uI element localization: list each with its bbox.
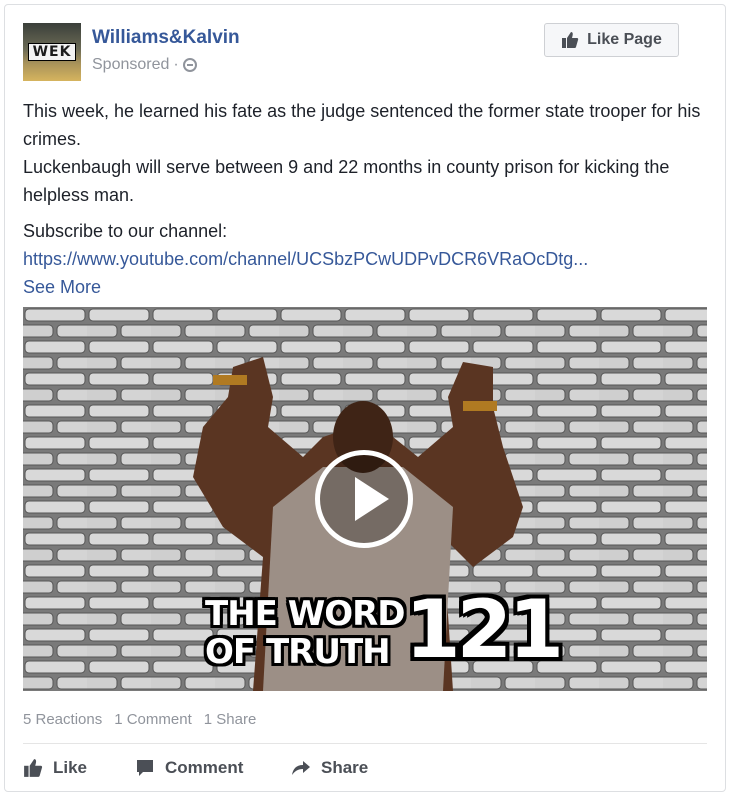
like-label: Like <box>53 758 88 777</box>
share-label: Share <box>321 758 369 777</box>
comments-count[interactable]: 1 Comment <box>114 711 192 728</box>
thumbs-up-icon <box>23 758 43 778</box>
avatar-logo: WEK <box>28 43 76 61</box>
comment-icon <box>135 758 155 778</box>
shares-count[interactable]: 1 Share <box>204 711 257 728</box>
page-avatar[interactable]: WEK <box>23 23 81 81</box>
subscribe-text: Subscribe to our channel: <box>23 221 228 241</box>
engagement-counts: 5 Reactions 1 Comment 1 Share <box>23 711 256 728</box>
overlay-title-line: THE WORD <box>205 594 406 634</box>
share-arrow-icon <box>291 758 311 778</box>
overlay-title-line: OF TRUTH <box>205 632 391 672</box>
action-bar: Like Comment Share <box>23 753 391 783</box>
channel-link[interactable]: https://www.youtube.com/channel/UCSbzPCw… <box>23 249 588 269</box>
thumbs-up-icon <box>561 31 579 49</box>
page-name-link[interactable]: Williams&Kalvin <box>92 27 240 49</box>
like-button[interactable]: Like <box>23 758 135 778</box>
play-icon[interactable] <box>315 450 413 548</box>
divider <box>23 743 707 744</box>
globe-icon[interactable] <box>182 58 197 72</box>
reactions-count[interactable]: 5 Reactions <box>23 711 102 728</box>
post-meta: Sponsored · <box>92 56 197 74</box>
post-text-line: This week, he learned his fate as the ju… <box>23 101 701 149</box>
comment-button[interactable]: Comment <box>135 758 291 778</box>
post-text-line: Luckenbaugh will serve between 9 and 22 … <box>23 157 670 205</box>
sponsored-post-card: WEK Williams&Kalvin Sponsored · Like Pag… <box>4 4 726 792</box>
like-page-label: Like Page <box>587 31 662 48</box>
video-overlay-title: THE WORD OF TRUTH <box>205 594 406 672</box>
comment-label: Comment <box>165 758 244 777</box>
like-page-button[interactable]: Like Page <box>544 23 679 57</box>
video-overlay-number: 121 <box>405 583 564 676</box>
meta-separator: · <box>173 56 179 73</box>
post-text: This week, he learned his fate as the ju… <box>23 97 703 301</box>
video-thumbnail[interactable]: THE WORD OF TRUTH 121 <box>23 307 707 691</box>
see-more-link[interactable]: See More <box>23 277 101 297</box>
sponsored-label[interactable]: Sponsored <box>92 56 169 74</box>
share-button[interactable]: Share <box>291 758 391 778</box>
